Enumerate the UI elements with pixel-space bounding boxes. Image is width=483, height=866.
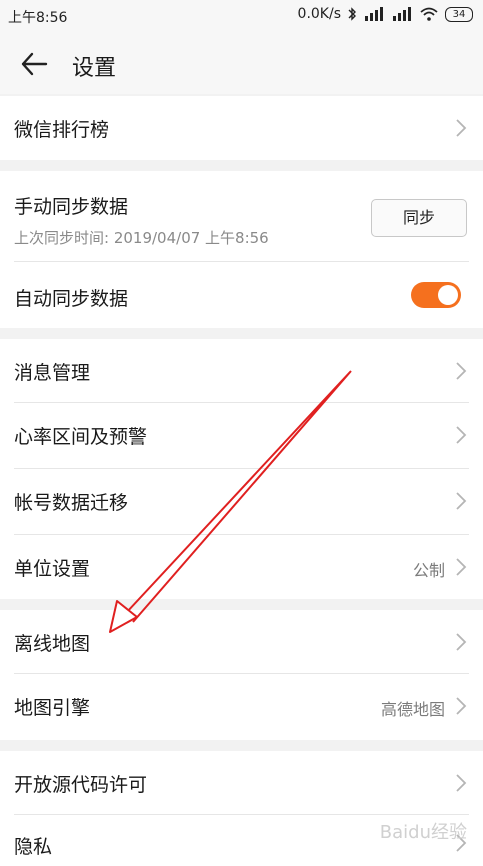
watermark: Baidu经验 (379, 822, 467, 843)
back-arrow-icon[interactable] (20, 50, 48, 78)
chevron-right-icon (456, 774, 467, 792)
auto-sync-label: 自动同步数据 (14, 288, 129, 310)
chevron-right-icon (456, 558, 467, 576)
privacy-label: 隐私 (14, 836, 53, 858)
units-item[interactable]: 单位设置 公制 (0, 535, 483, 599)
bluetooth-icon (348, 7, 356, 21)
toggle-knob (438, 285, 458, 305)
map-engine-label: 地图引擎 (14, 697, 91, 719)
chevron-right-icon (456, 633, 467, 651)
signal-icon (393, 7, 411, 21)
auto-sync-toggle[interactable] (411, 282, 461, 308)
units-label: 单位设置 (14, 558, 91, 580)
messages-label: 消息管理 (14, 362, 91, 384)
signal-hd-icon (365, 7, 383, 21)
sync-button[interactable]: 同步 (371, 199, 467, 237)
manual-sync-label: 手动同步数据 (14, 196, 129, 218)
section-about: 开放源代码许可 隐私 (0, 751, 483, 866)
battery-icon: 34 (445, 6, 473, 22)
messages-item[interactable]: 消息管理 (0, 339, 483, 403)
status-icons: 0.0K/s 34 (298, 6, 473, 22)
open-source-item[interactable]: 开放源代码许可 (0, 751, 483, 815)
wechat-rank-label: 微信排行榜 (14, 119, 110, 141)
section-map: 离线地图 地图引擎 高德地图 (0, 610, 483, 740)
section-sync: 手动同步数据 上次同步时间: 2019/04/07 上午8:56 同步 自动同步… (0, 171, 483, 328)
account-migrate-label: 帐号数据迁移 (14, 492, 129, 514)
wifi-icon (420, 7, 438, 21)
manual-sync-item: 手动同步数据 上次同步时间: 2019/04/07 上午8:56 同步 (0, 171, 483, 262)
auto-sync-item: 自动同步数据 (0, 262, 483, 328)
offline-map-label: 离线地图 (14, 633, 91, 655)
heart-rate-item[interactable]: 心率区间及预警 (0, 403, 483, 469)
section-general: 消息管理 心率区间及预警 帐号数据迁移 单位设置 公制 (0, 339, 483, 599)
last-sync-time: 上次同步时间: 2019/04/07 上午8:56 (14, 229, 269, 247)
app-bar: 设置 (0, 32, 483, 94)
wechat-rank-item[interactable]: 微信排行榜 (0, 96, 483, 160)
chevron-right-icon (456, 362, 467, 380)
map-engine-value: 高德地图 (380, 700, 445, 719)
status-time: 上午8:56 (8, 10, 68, 26)
chevron-right-icon (456, 426, 467, 444)
net-speed: 0.0K/s (297, 6, 341, 22)
account-migrate-item[interactable]: 帐号数据迁移 (0, 469, 483, 535)
chevron-right-icon (456, 492, 467, 510)
chevron-right-icon (456, 697, 467, 715)
map-engine-item[interactable]: 地图引擎 高德地图 (0, 674, 483, 740)
open-source-label: 开放源代码许可 (14, 774, 148, 796)
page-title: 设置 (72, 56, 117, 81)
chevron-right-icon (456, 119, 467, 137)
status-bar: 上午8:56 0.0K/s 34 (0, 0, 483, 32)
offline-map-item[interactable]: 离线地图 (0, 610, 483, 674)
units-value: 公制 (412, 561, 445, 580)
heart-rate-label: 心率区间及预警 (14, 426, 148, 448)
section-ranking: 微信排行榜 (0, 96, 483, 160)
